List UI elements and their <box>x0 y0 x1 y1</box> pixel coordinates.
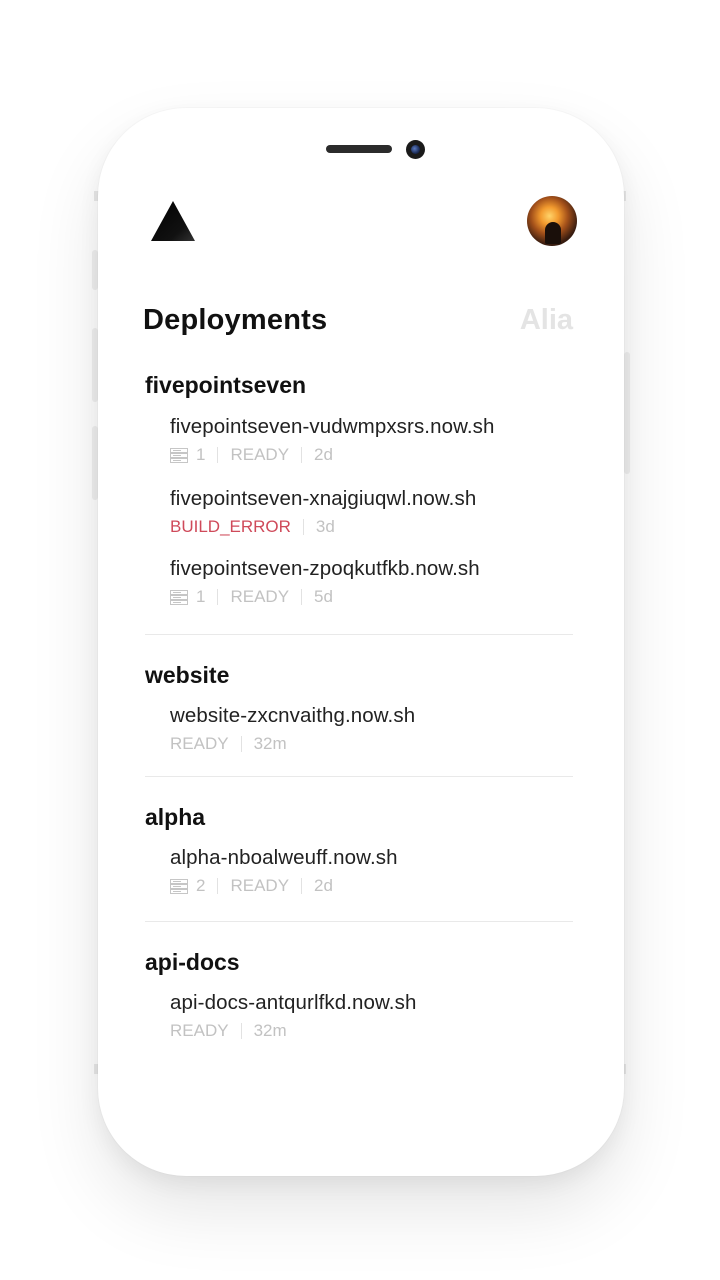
deployment-group: website website-zxcnvaithg.now.sh READY … <box>145 660 573 756</box>
deployment-item[interactable]: fivepointseven-xnajgiuqwl.now.sh BUILD_E… <box>170 486 573 539</box>
deployment-state: READY <box>230 445 290 464</box>
deployment-meta: BUILD_ERROR 3d <box>170 515 573 539</box>
instance-count: 1 <box>170 587 205 607</box>
deployment-item[interactable]: fivepointseven-vudwmpxsrs.now.sh 1 READY <box>170 414 573 467</box>
tab-aliases[interactable]: Alia <box>520 304 573 337</box>
instance-count: 1 <box>170 445 205 465</box>
phone-speaker <box>326 145 392 153</box>
deployment-group: alpha alpha-nboalweuff.now.sh 2 READY 2d <box>145 802 573 898</box>
deployment-url[interactable]: website-zxcnvaithg.now.sh <box>170 703 573 729</box>
meta-separator <box>301 589 303 605</box>
meta-separator <box>301 447 303 463</box>
deployments-list: fivepointseven fivepointseven-vudwmpxsrs… <box>145 370 573 1043</box>
deployment-age: 5d <box>314 587 333 606</box>
group-title[interactable]: api-docs <box>145 947 573 977</box>
deployment-meta: READY 32m <box>170 732 573 756</box>
meta-separator <box>302 519 304 535</box>
deployment-item[interactable]: api-docs-antqurlfkd.now.sh READY 32m <box>170 990 573 1043</box>
meta-separator <box>217 878 219 894</box>
group-title[interactable]: website <box>145 660 573 690</box>
deployment-state: READY <box>170 734 229 753</box>
phone-camera-icon <box>406 140 425 159</box>
deployment-url[interactable]: fivepointseven-xnajgiuqwl.now.sh <box>170 486 573 512</box>
deployment-group: fivepointseven fivepointseven-vudwmpxsrs… <box>145 370 573 609</box>
group-divider <box>145 634 573 635</box>
group-divider <box>145 921 573 922</box>
group-divider <box>145 776 573 777</box>
user-avatar[interactable] <box>527 196 577 246</box>
deployment-age: 2d <box>314 445 333 464</box>
triangle-logo-icon[interactable] <box>151 201 195 241</box>
phone-power-button <box>624 352 630 474</box>
meta-separator <box>217 589 219 605</box>
deployment-item[interactable]: fivepointseven-zpoqkutfkb.now.sh 1 READY <box>170 556 573 609</box>
server-icon <box>170 589 188 605</box>
deployment-group: api-docs api-docs-antqurlfkd.now.sh READ… <box>145 947 573 1043</box>
deployment-state: READY <box>170 1021 229 1040</box>
deployment-state-error: BUILD_ERROR <box>170 517 291 536</box>
deployment-meta: 1 READY 2d <box>170 443 573 467</box>
group-title[interactable]: fivepointseven <box>145 370 573 400</box>
deployment-age: 32m <box>253 734 287 753</box>
deployment-age: 32m <box>253 1021 287 1040</box>
deployment-url[interactable]: api-docs-antqurlfkd.now.sh <box>170 990 573 1016</box>
tab-bar: Deployments Alia <box>143 304 573 344</box>
deployment-meta: 1 READY 5d <box>170 585 573 609</box>
tab-deployments[interactable]: Deployments <box>143 304 327 337</box>
deployment-meta: 2 READY 2d <box>170 874 573 898</box>
server-icon <box>170 447 188 463</box>
deployment-url[interactable]: fivepointseven-vudwmpxsrs.now.sh <box>170 414 573 440</box>
meta-separator <box>217 447 219 463</box>
deployment-age: 2d <box>314 876 333 895</box>
avatar-figure <box>545 222 561 244</box>
group-title[interactable]: alpha <box>145 802 573 832</box>
deployment-item[interactable]: alpha-nboalweuff.now.sh 2 READY 2d <box>170 845 573 898</box>
meta-separator <box>240 736 242 752</box>
instance-number: 1 <box>196 587 206 606</box>
deployment-meta: READY 32m <box>170 1019 573 1043</box>
deployment-url[interactable]: fivepointseven-zpoqkutfkb.now.sh <box>170 556 573 582</box>
instance-count: 2 <box>170 876 205 896</box>
deployment-age: 3d <box>315 517 335 536</box>
deployment-item[interactable]: website-zxcnvaithg.now.sh READY 32m <box>170 703 573 756</box>
meta-separator <box>301 878 303 894</box>
server-icon <box>170 878 188 894</box>
deployment-state: READY <box>230 876 290 895</box>
instance-number: 2 <box>196 876 206 895</box>
meta-separator <box>240 1023 242 1039</box>
deployment-url[interactable]: alpha-nboalweuff.now.sh <box>170 845 573 871</box>
instance-number: 1 <box>196 445 206 464</box>
deployment-state: READY <box>230 587 290 606</box>
